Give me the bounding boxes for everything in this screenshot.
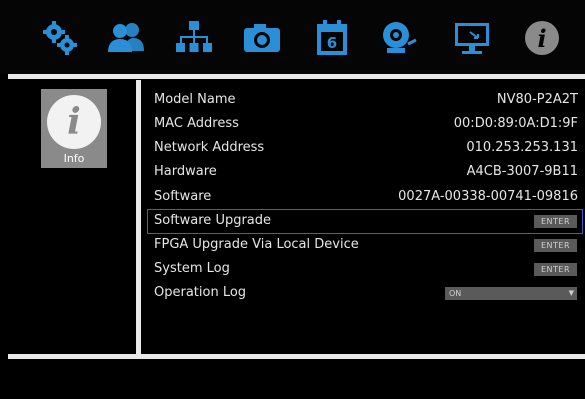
fpga-upgrade-enter-button[interactable]: ENTER — [534, 239, 577, 252]
alarm-bell-icon[interactable] — [376, 16, 420, 60]
model-name-label: Model Name — [154, 92, 236, 107]
hardware-row: Hardware A4CB-3007-9B11 — [148, 161, 582, 184]
sidebar-item-info[interactable]: i Info — [41, 89, 107, 168]
camera-icon[interactable] — [240, 16, 284, 60]
operation-log-select[interactable]: ON ▼ — [445, 287, 577, 300]
fpga-upgrade-row[interactable]: FPGA Upgrade Via Local Device ENTER — [148, 234, 582, 257]
calendar-icon[interactable]: 6 — [310, 16, 354, 60]
svg-text:i: i — [537, 24, 546, 53]
operation-log-label: Operation Log — [154, 285, 247, 300]
top-toolbar: 6 i — [0, 0, 585, 74]
settings-gears-icon[interactable] — [38, 16, 82, 60]
users-icon[interactable] — [104, 16, 148, 60]
software-upgrade-label: Software Upgrade — [154, 213, 272, 228]
display-icon[interactable] — [450, 16, 494, 60]
software-upgrade-row[interactable]: Software Upgrade ENTER — [147, 209, 583, 234]
network-address-row: Network Address 010.253.253.131 — [148, 137, 582, 160]
mac-address-row: MAC Address 00:D0:89:0A:D1:9F — [148, 113, 582, 136]
network-address-label: Network Address — [154, 140, 265, 155]
software-row: Software 0027A-00338-00741-09816 — [148, 186, 582, 209]
mac-address-label: MAC Address — [154, 116, 239, 131]
bottom-divider — [8, 354, 585, 359]
system-log-enter-button[interactable]: ENTER — [534, 263, 577, 276]
info-icon[interactable]: i — [520, 16, 564, 60]
top-divider — [8, 74, 585, 79]
system-log-row[interactable]: System Log ENTER — [148, 258, 582, 281]
hardware-value: A4CB-3007-9B11 — [466, 164, 578, 179]
info-glyph: i — [67, 101, 81, 143]
software-label: Software — [154, 189, 212, 204]
operation-log-row[interactable]: Operation Log ON ▼ — [148, 282, 582, 305]
sidebar-divider — [136, 80, 141, 356]
software-value: 0027A-00338-00741-09816 — [398, 189, 578, 204]
model-name-value: NV80-P2A2T — [496, 92, 578, 107]
calendar-day-text: 6 — [327, 34, 337, 52]
fpga-upgrade-label: FPGA Upgrade Via Local Device — [154, 237, 359, 252]
operation-log-selected-value: ON — [449, 289, 462, 298]
sidebar-item-label: Info — [63, 152, 85, 165]
chevron-down-icon: ▼ — [568, 289, 574, 297]
model-name-row: Model Name NV80-P2A2T — [148, 89, 582, 112]
network-icon[interactable] — [172, 16, 216, 60]
system-log-label: System Log — [154, 261, 230, 276]
hardware-label: Hardware — [154, 164, 217, 179]
mac-address-value: 00:D0:89:0A:D1:9F — [453, 116, 578, 131]
software-upgrade-enter-button[interactable]: ENTER — [534, 215, 577, 228]
info-tile-icon: i — [47, 95, 101, 149]
network-address-value: 010.253.253.131 — [466, 140, 578, 155]
